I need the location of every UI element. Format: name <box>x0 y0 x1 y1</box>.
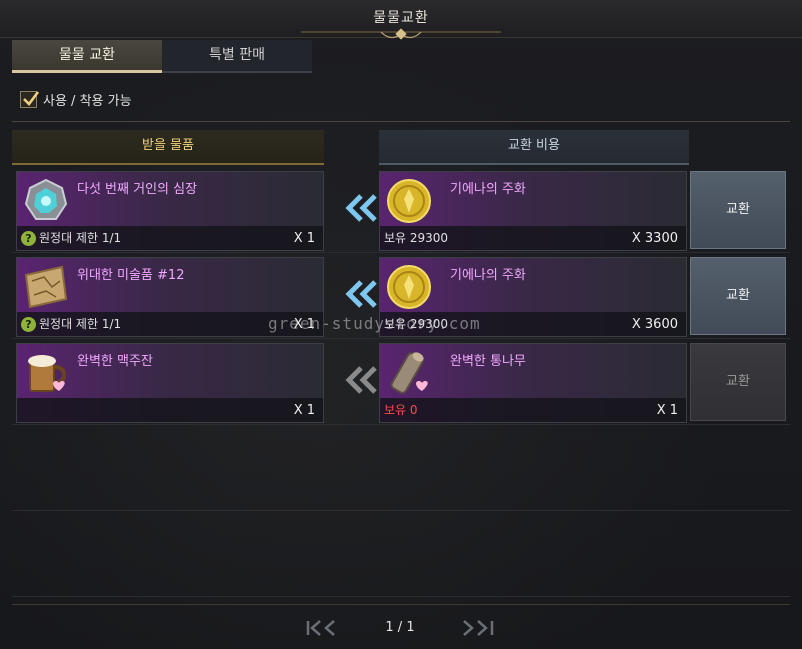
exchange-button-disabled[interactable]: 교환 <box>690 343 786 421</box>
cost-card[interactable]: 기에나의 주화 보유 29300 X 3300 <box>379 171 687 251</box>
receive-column-header: 받을 물품 <box>12 130 324 165</box>
exchange-list: 다섯 번째 거인의 심장 ? 원정대 제한 1/1 X 1 기에나의 주화 보유… <box>12 168 790 600</box>
title-bar: 물물교환 <box>0 0 802 40</box>
checkmark-icon <box>23 90 40 106</box>
page-indicator: 1 / 1 <box>385 620 415 635</box>
limit-text: 원정대 제한 1/1 <box>39 317 122 331</box>
cost-column-header: 교환 비용 <box>379 130 689 165</box>
exchange-button[interactable]: 교환 <box>690 171 786 249</box>
gold-coin-icon <box>387 179 431 223</box>
cost-qty: X 3600 <box>631 317 678 332</box>
gold-coin-icon <box>387 265 431 309</box>
cost-footer: 보유 29300 X 3300 <box>380 226 686 250</box>
watermark-text: green-studystory.com <box>268 314 481 333</box>
cost-card[interactable]: 완벽한 통나무 보유 0 X 1 <box>379 343 687 423</box>
divider <box>12 121 790 122</box>
reward-qty: X 1 <box>293 231 315 246</box>
reward-footer: X 1 <box>17 398 323 422</box>
owned-count: 보유 0 <box>384 403 418 417</box>
help-icon[interactable]: ? <box>21 317 36 332</box>
tab-barter[interactable]: 물물 교환 <box>12 40 162 73</box>
cost-name: 기에나의 주화 <box>450 182 526 197</box>
usable-filter[interactable]: 사용 / 착용 가능 <box>20 88 132 110</box>
tab-special-sale[interactable]: 특별 판매 <box>162 40 312 73</box>
owned-count: 보유 29300 <box>384 231 449 245</box>
first-page-icon[interactable] <box>304 617 340 639</box>
usable-filter-checkbox[interactable] <box>20 90 40 108</box>
barter-window: 물물교환 물물 교환 특별 판매 사용 / 착용 가능 받을 물품 교환 비용 <box>0 0 802 649</box>
empty-row <box>12 512 790 597</box>
cost-qty: X 3300 <box>631 231 678 246</box>
last-page-icon[interactable] <box>460 617 496 639</box>
window-title: 물물교환 <box>373 10 429 26</box>
reward-card[interactable]: 다섯 번째 거인의 심장 ? 원정대 제한 1/1 X 1 <box>16 171 324 251</box>
help-icon[interactable]: ? <box>21 231 36 246</box>
gem-heart-icon <box>24 178 68 220</box>
reward-card[interactable]: 완벽한 맥주잔 X 1 <box>16 343 324 423</box>
limit-text: 원정대 제한 1/1 <box>39 231 122 245</box>
reward-name: 완벽한 맥주잔 <box>77 354 153 369</box>
reward-qty: X 1 <box>293 403 315 418</box>
divider <box>12 604 790 605</box>
cost-qty: X 1 <box>656 403 678 418</box>
empty-row <box>12 426 790 511</box>
log-icon <box>390 352 428 394</box>
cost-name: 기에나의 주화 <box>450 268 526 283</box>
cost-footer: 보유 0 X 1 <box>380 398 686 422</box>
reward-name: 위대한 미술품 #12 <box>77 268 185 283</box>
beer-mug-icon <box>28 355 67 392</box>
cost-name: 완벽한 통나무 <box>450 354 526 369</box>
painting-map-icon <box>24 265 68 309</box>
exchange-button[interactable]: 교환 <box>690 257 786 335</box>
pagination: 1 / 1 <box>0 617 802 641</box>
reward-name: 다섯 번째 거인의 심장 <box>77 182 198 197</box>
reward-footer: ? 원정대 제한 1/1 X 1 <box>17 226 323 250</box>
usable-filter-label: 사용 / 착용 가능 <box>43 93 132 109</box>
tab-bar: 물물 교환 특별 판매 <box>12 40 792 73</box>
